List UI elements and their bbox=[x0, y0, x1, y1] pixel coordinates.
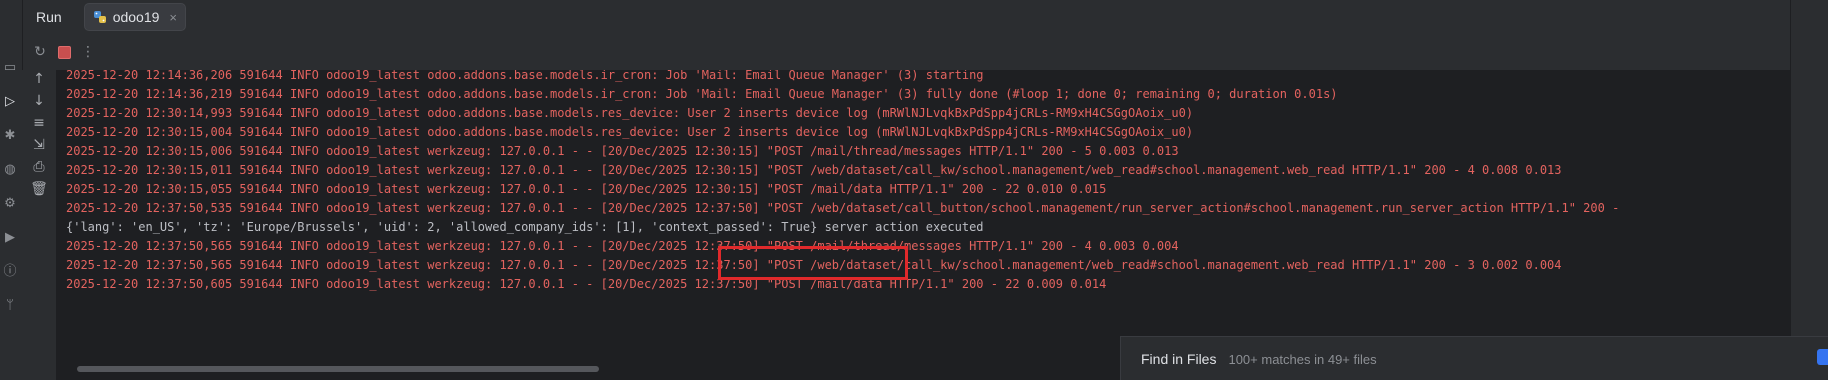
tool-header: Run odoo19 × bbox=[22, 0, 1798, 34]
run-title: Run bbox=[36, 9, 62, 25]
left-tool-stripe: ▭ ▷ ✱ ◍ ⚙ ▶ ⓘ ᛘ bbox=[0, 0, 23, 380]
log-line: 2025-12-20 12:37:50,605 591644 INFO odoo… bbox=[66, 277, 1107, 291]
log-line: 2025-12-20 12:30:15,011 591644 INFO odoo… bbox=[66, 163, 1562, 177]
find-in-files-summary: 100+ matches in 49+ files bbox=[1228, 351, 1377, 367]
log-line: 2025-12-20 12:37:50,565 591644 INFO odoo… bbox=[66, 239, 1179, 253]
clear-all-icon[interactable]: 🗑 bbox=[30, 180, 48, 198]
console-side-actions: ↑ ↓ ≡ ⇲ ⎙ 🗑 bbox=[22, 70, 56, 380]
up-arrow-icon[interactable]: ↑ bbox=[30, 70, 48, 88]
find-in-files-title: Find in Files bbox=[1141, 351, 1217, 367]
deploy-icon[interactable]: ▶ bbox=[2, 230, 18, 246]
log-line: 2025-12-20 12:14:36,206 591644 INFO odoo… bbox=[66, 70, 984, 82]
context-passed-highlight bbox=[718, 246, 908, 280]
print-icon[interactable]: ⎙ bbox=[30, 158, 48, 176]
checkbox-icon[interactable] bbox=[1817, 349, 1828, 365]
log-line: 2025-12-20 12:30:15,004 591644 INFO odoo… bbox=[66, 125, 1194, 139]
stop-icon bbox=[57, 45, 71, 59]
log-line: 2025-12-20 12:30:14,993 591644 INFO odoo… bbox=[66, 106, 1194, 120]
log-text-area[interactable]: 2025-12-20 12:14:36,206 591644 INFO odoo… bbox=[66, 70, 1790, 370]
run-icon[interactable]: ▷ bbox=[2, 94, 18, 110]
log-line: 2025-12-20 12:14:36,219 591644 INFO odoo… bbox=[66, 87, 1338, 101]
console-output: ↑ ↓ ≡ ⇲ ⎙ 🗑 2025-12-20 12:14:36,206 5916… bbox=[22, 70, 1790, 380]
right-tool-stripe bbox=[1790, 0, 1828, 336]
find-in-files-popup[interactable]: Find in Files 100+ matches in 49+ files bbox=[1120, 336, 1828, 380]
run-tool-window: ▭ ▷ ✱ ◍ ⚙ ▶ ⓘ ᛘ Run odoo19 × ↻ ⋮ ↑ ↓ ≡ ⇲… bbox=[0, 0, 1828, 380]
git-icon[interactable]: ᛘ bbox=[2, 298, 18, 314]
python-icon bbox=[93, 11, 106, 23]
tab-odoo19[interactable]: odoo19 × bbox=[83, 3, 186, 31]
log-line-context-output: {'lang': 'en_US', 'tz': 'Europe/Brussels… bbox=[66, 220, 984, 234]
stop-button[interactable] bbox=[52, 40, 76, 64]
log-line: 2025-12-20 12:30:15,055 591644 INFO odoo… bbox=[66, 182, 1107, 196]
horizontal-scrollbar[interactable] bbox=[77, 366, 599, 372]
more-options-icon[interactable]: ⋮ bbox=[76, 40, 100, 64]
terminal-icon[interactable]: ▭ bbox=[2, 60, 18, 76]
close-icon[interactable]: × bbox=[169, 10, 177, 25]
rerun-icon[interactable]: ↻ bbox=[28, 40, 52, 64]
down-arrow-icon[interactable]: ↓ bbox=[30, 92, 48, 110]
tab-label: odoo19 bbox=[112, 9, 160, 25]
services-icon[interactable]: ⚙ bbox=[2, 196, 18, 212]
soft-wrap-icon[interactable]: ≡ bbox=[30, 114, 48, 132]
log-line: 2025-12-20 12:30:15,006 591644 INFO odoo… bbox=[66, 144, 1179, 158]
scroll-to-end-icon[interactable]: ⇲ bbox=[30, 136, 48, 154]
debug-icon[interactable]: ✱ bbox=[2, 128, 18, 144]
problems-icon[interactable]: ⓘ bbox=[2, 264, 18, 280]
log-line: 2025-12-20 12:37:50,535 591644 INFO odoo… bbox=[66, 201, 1620, 215]
run-toolbar: ↻ ⋮ bbox=[22, 38, 162, 66]
python-console-icon[interactable]: ◍ bbox=[2, 162, 18, 178]
